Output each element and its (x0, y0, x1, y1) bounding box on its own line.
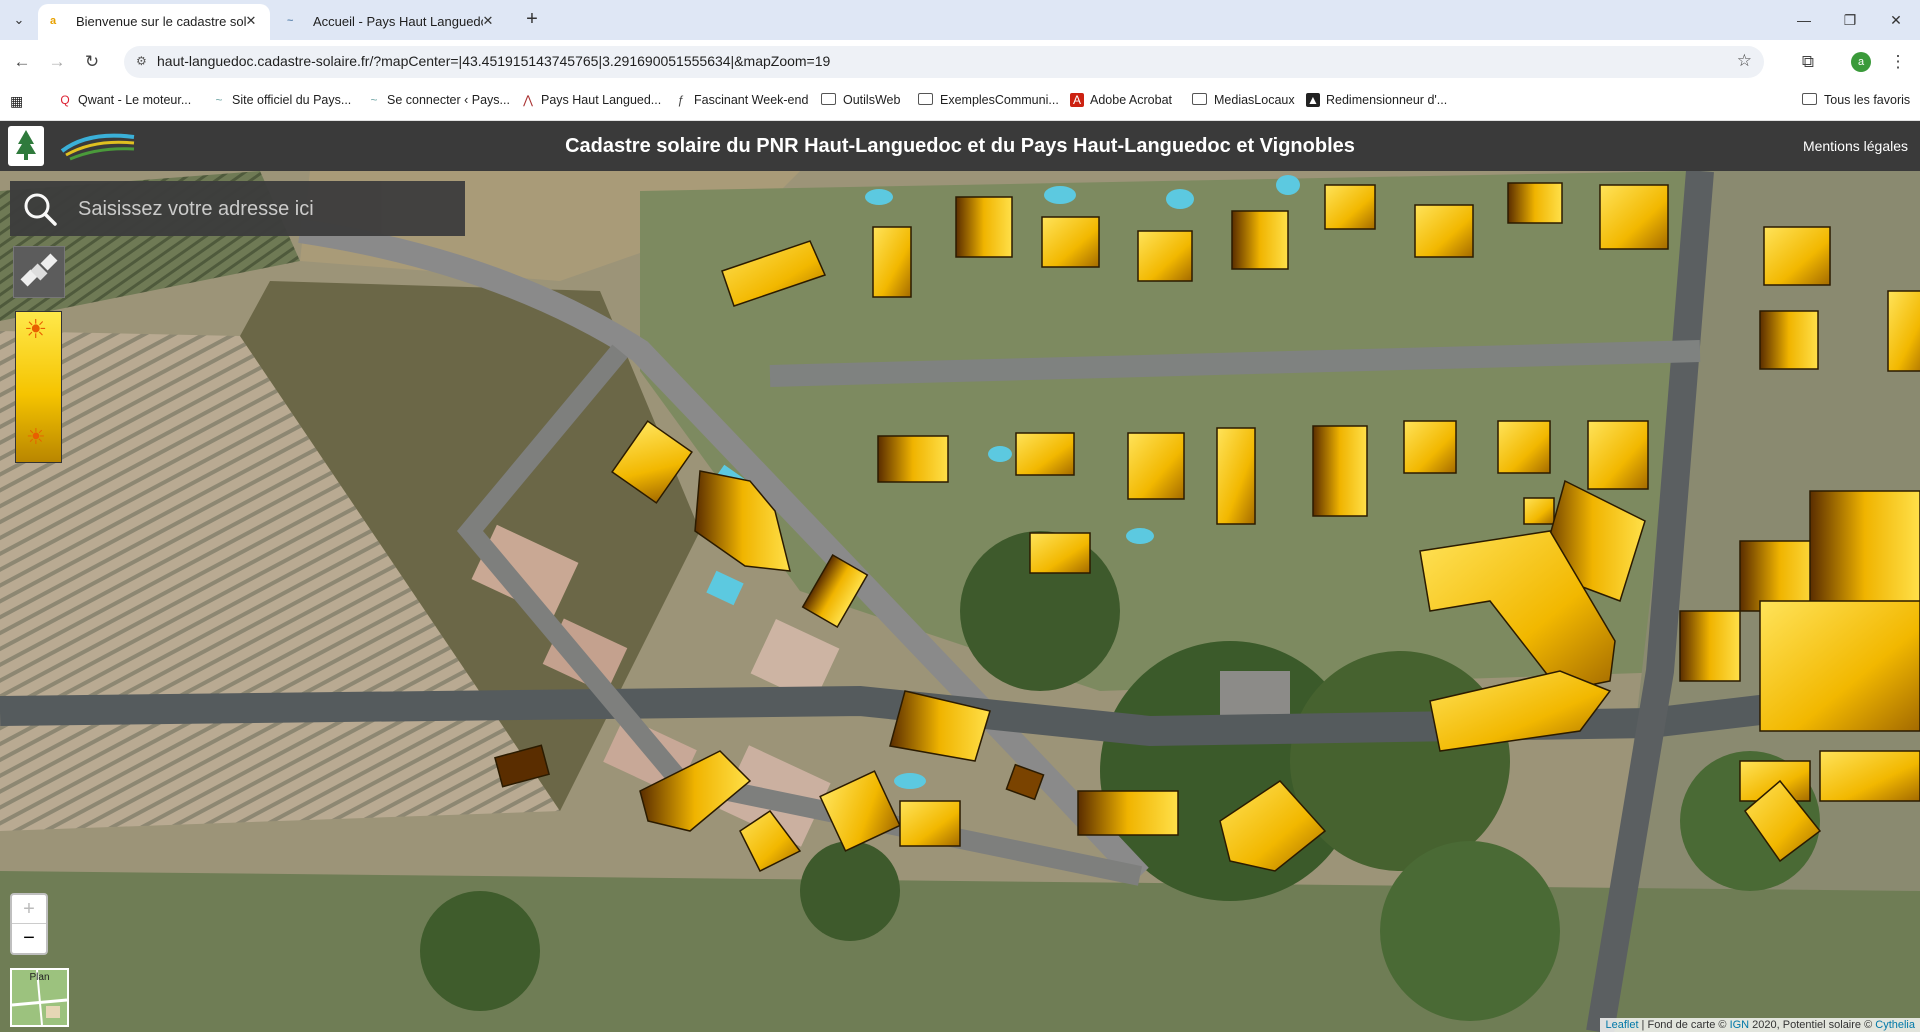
basemap-label: Plan (29, 972, 50, 983)
zoom-out-button[interactable]: − (12, 924, 46, 952)
acrobat-icon: A (1070, 93, 1084, 107)
search-icon[interactable] (22, 191, 58, 227)
satellite-icon (20, 253, 58, 287)
apps-grid-icon[interactable]: ▦ (10, 93, 23, 111)
bookmark-star-icon[interactable]: ☆ (1737, 51, 1752, 71)
bookmark-site-officiel[interactable]: ~ Site officiel du Pays... (212, 93, 351, 111)
close-tab-icon[interactable]: ✕ (242, 12, 260, 30)
app-icon: ▲ (1306, 93, 1320, 107)
bookmark-fascinant-week-end[interactable]: ƒ Fascinant Week-end (674, 93, 809, 111)
basemap-switcher[interactable]: Plan (10, 968, 69, 1027)
satellite-imagery (0, 171, 1920, 1032)
zoom-in-button[interactable]: + (12, 895, 46, 924)
bookmark-qwant[interactable]: Q Qwant - Le moteur... (58, 93, 191, 111)
tab-strip: ⌄ a Bienvenue sur le cadastre solaire ✕ … (0, 0, 1920, 40)
folder-icon (918, 93, 933, 105)
reload-icon[interactable]: ↻ (80, 50, 104, 74)
map-attribution: Leaflet | Fond de carte © IGN 2020, Pote… (1600, 1018, 1920, 1032)
tab-cadastre[interactable]: a Bienvenue sur le cadastre solaire ✕ (38, 4, 270, 40)
extensions-icon[interactable]: ⧉ (1796, 50, 1820, 74)
site-icon: ~ (215, 93, 223, 107)
site-icon: ~ (370, 93, 378, 107)
bookmark-mediaslocaux[interactable]: MediasLocaux (1192, 93, 1295, 111)
all-bookmarks[interactable]: Tous les favoris (1802, 93, 1910, 111)
leaflet-link[interactable]: Leaflet (1605, 1019, 1638, 1031)
profile-avatar[interactable]: a (1851, 52, 1871, 72)
url-text[interactable]: haut-languedoc.cadastre-solaire.fr/?mapC… (157, 53, 830, 69)
new-tab-button[interactable]: + (520, 7, 544, 31)
folder-icon (821, 93, 836, 105)
mentions-legales-link[interactable]: Mentions légales (1803, 138, 1908, 154)
restore-button[interactable]: ❐ (1830, 8, 1870, 32)
site-header: Cadastre solaire du PNR Haut-Languedoc e… (0, 121, 1920, 171)
tab-title: Accueil - Pays Haut Languedoc (313, 14, 483, 29)
folder-icon (1192, 93, 1207, 105)
sun-high-icon: ☀ (24, 314, 48, 344)
menu-icon[interactable]: ⋮ (1886, 50, 1910, 74)
ign-link[interactable]: IGN (1730, 1019, 1750, 1031)
bookmark-exemplescommuni[interactable]: ExemplesCommuni... (918, 93, 1059, 111)
map-viewport[interactable]: ☀ ☀ + − Plan Leaflet | Fond de carte © I… (0, 171, 1920, 1032)
folder-icon (1802, 93, 1817, 105)
bookmark-se-connecter[interactable]: ~ Se connecter ‹ Pays... (367, 93, 510, 111)
site-icon: ƒ (677, 93, 685, 107)
forward-icon[interactable]: → (45, 50, 69, 74)
tab-favicon: a (50, 15, 57, 27)
bookmark-pays-haut-languedoc[interactable]: ⋀ Pays Haut Langued... (521, 93, 661, 111)
address-bar[interactable]: ⚙ haut-languedoc.cadastre-solaire.fr/?ma… (124, 46, 1764, 78)
page-title: Cadastre solaire du PNR Haut-Languedoc e… (565, 135, 1355, 157)
sun-low-icon: ☀ (26, 424, 46, 449)
tab-title: Bienvenue sur le cadastre solaire (76, 14, 246, 29)
tab-favicon: ~ (287, 15, 294, 27)
address-search-input[interactable] (76, 191, 450, 228)
back-icon[interactable]: ← (10, 50, 34, 74)
bookmarks-bar: ▦ Q Qwant - Le moteur... ~ Site officiel d… (0, 84, 1920, 121)
minimize-button[interactable]: — (1784, 8, 1824, 32)
close-tab-icon[interactable]: ✕ (479, 12, 497, 30)
bookmark-outilsweb[interactable]: OutilsWeb (821, 93, 900, 111)
site-info-icon[interactable]: ⚙ (136, 54, 152, 70)
address-search (10, 181, 465, 236)
cythelia-link[interactable]: Cythelia (1875, 1019, 1915, 1031)
tab-list-button[interactable]: ⌄ (8, 9, 30, 31)
close-window-button[interactable]: ✕ (1876, 8, 1916, 32)
qwant-icon: Q (60, 93, 70, 107)
zoom-control: + − (10, 893, 48, 955)
bookmark-redimensionneur[interactable]: ▲ Redimensionneur d'... (1306, 93, 1447, 111)
tab-accueil[interactable]: ~ Accueil - Pays Haut Languedoc ✕ (275, 4, 507, 40)
site-icon: ⋀ (523, 93, 533, 107)
browser-toolbar: ← → ↻ ⚙ haut-languedoc.cadastre-solaire.… (0, 40, 1920, 84)
solar-potential-legend: ☀ ☀ (15, 311, 62, 463)
satellite-toggle-button[interactable] (13, 246, 65, 298)
bookmark-adobe-acrobat[interactable]: A Adobe Acrobat (1070, 93, 1172, 111)
